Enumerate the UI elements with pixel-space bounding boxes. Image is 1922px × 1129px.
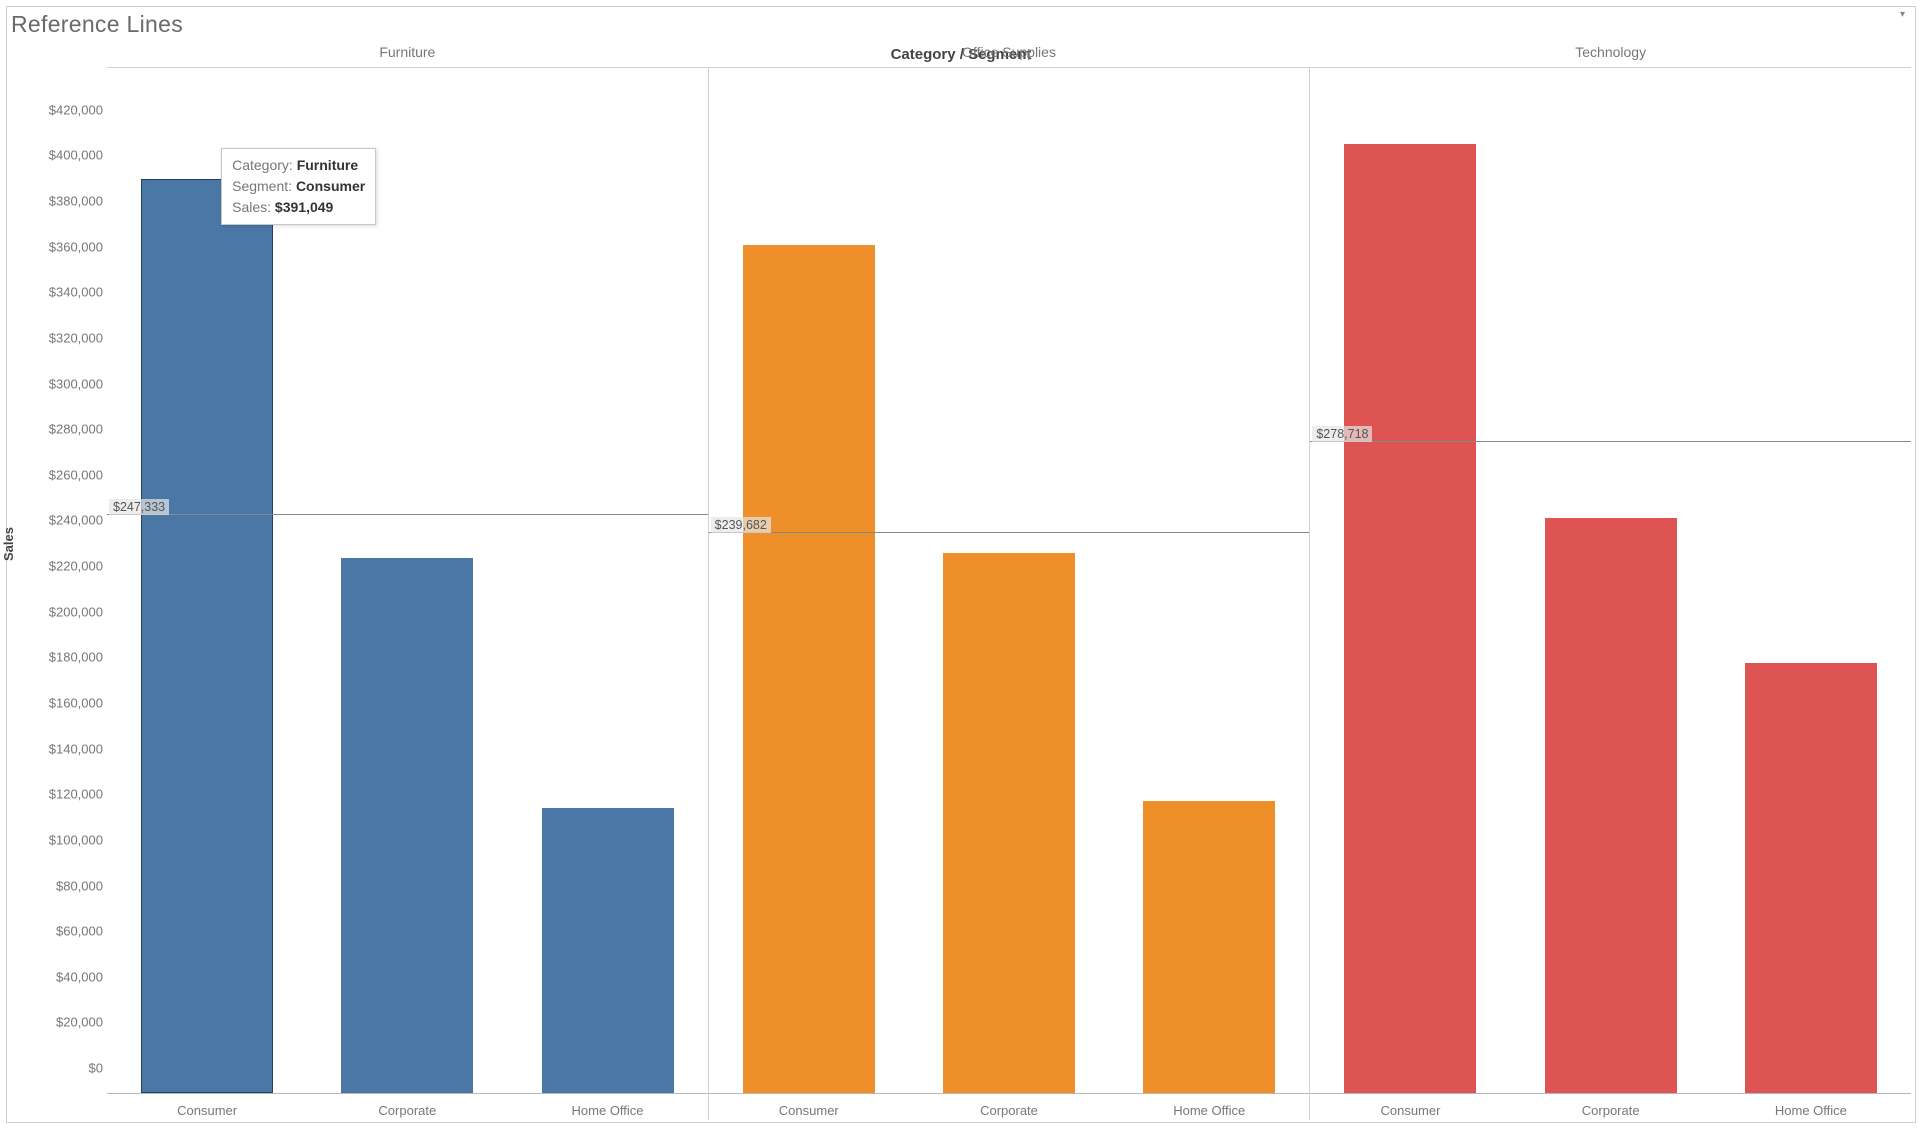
reference-line-label: $239,682 [711,517,771,533]
tooltip-value: Furniture [297,157,358,173]
tooltip: Category: FurnitureSegment: Consumer Sale… [221,148,376,225]
facet-panel: Technology$278,718ConsumerCorporateHome … [1309,67,1911,1120]
y-axis-tick: $400,000 [49,148,103,163]
y-axis-tick: $140,000 [49,741,103,756]
bar[interactable] [943,553,1075,1093]
facet-label: Technology [1310,44,1911,60]
y-axis-tick: $360,000 [49,239,103,254]
facet-label: Office Supplies [709,44,1310,60]
plot-area[interactable]: $239,682 [709,88,1310,1094]
y-axis-tick: $80,000 [56,878,103,893]
x-axis-tick-label: Home Office [1134,1103,1284,1118]
bar[interactable] [1143,801,1275,1093]
y-axis-tick: $240,000 [49,513,103,528]
facet-panel: Office Supplies$239,682ConsumerCorporate… [708,67,1310,1120]
y-axis-tick: $180,000 [49,650,103,665]
y-axis-tick: $40,000 [56,969,103,984]
bar[interactable] [542,808,674,1093]
tooltip-value: $391,049 [275,199,333,215]
y-axis-tick: $60,000 [56,924,103,939]
plot-area[interactable]: $278,718 [1310,88,1911,1094]
x-axis-tick-label: Corporate [934,1103,1084,1118]
x-axis-tick-label: Corporate [332,1103,482,1118]
y-axis-tick: $120,000 [49,787,103,802]
y-axis-tick: $200,000 [49,604,103,619]
reference-line-label: $247,333 [109,499,169,515]
bar[interactable] [1745,663,1877,1093]
x-axis-tick-label: Consumer [132,1103,282,1118]
y-axis-tick: $20,000 [56,1015,103,1030]
y-axis-tick: $320,000 [49,330,103,345]
x-axis-tick-label: Consumer [734,1103,884,1118]
bar[interactable] [1344,144,1476,1093]
reference-line[interactable]: $247,333 [107,514,708,515]
facet-panels: Furniture $247,333 Category: FurnitureSegm… [107,67,1911,1120]
y-axis-tick: $0 [89,1061,103,1076]
reference-line[interactable]: $239,682 [709,532,1310,533]
reference-line[interactable]: $278,718 [1310,441,1911,442]
y-axis-tick: $280,000 [49,422,103,437]
bar[interactable] [743,245,875,1093]
y-axis-tick: $100,000 [49,832,103,847]
visualization: Sales $0$20,000$40,000$60,000$80,000$100… [7,67,1915,1120]
plot-area[interactable]: $247,333 Category: FurnitureSegment: Cons… [107,88,708,1094]
bar[interactable] [141,179,273,1093]
x-axis-tick-label: Corporate [1536,1103,1686,1118]
y-axis-gutter: Sales $0$20,000$40,000$60,000$80,000$100… [7,67,107,1094]
y-axis-tick: $380,000 [49,194,103,209]
tooltip-label: Segment: [232,178,296,194]
reference-line-label: $278,718 [1312,426,1372,442]
y-axis-title: Sales [1,527,16,561]
tooltip-label: Category: [232,157,297,173]
y-axis-tick: $340,000 [49,285,103,300]
facet-panel: Furniture $247,333 Category: FurnitureSegm… [107,67,708,1120]
x-axis-tick-label: Home Office [533,1103,683,1118]
sheet-title: Reference Lines [7,7,1915,46]
viz-frame: Reference Lines ▾ Category / Segment Sal… [6,6,1916,1123]
facet-label: Furniture [107,44,708,60]
sheet-menu-caret-icon[interactable]: ▾ [1900,9,1905,20]
x-axis-tick-label: Consumer [1335,1103,1485,1118]
y-axis-tick: $260,000 [49,467,103,482]
y-axis-tick: $300,000 [49,376,103,391]
tooltip-label: Sales: [232,199,275,215]
x-axis-tick-label: Home Office [1736,1103,1886,1118]
bar[interactable] [341,558,473,1093]
y-axis-tick: $220,000 [49,559,103,574]
y-axis-tick: $420,000 [49,102,103,117]
bar[interactable] [1545,518,1677,1093]
y-axis-tick: $160,000 [49,695,103,710]
tooltip-value: Consumer [296,178,365,194]
